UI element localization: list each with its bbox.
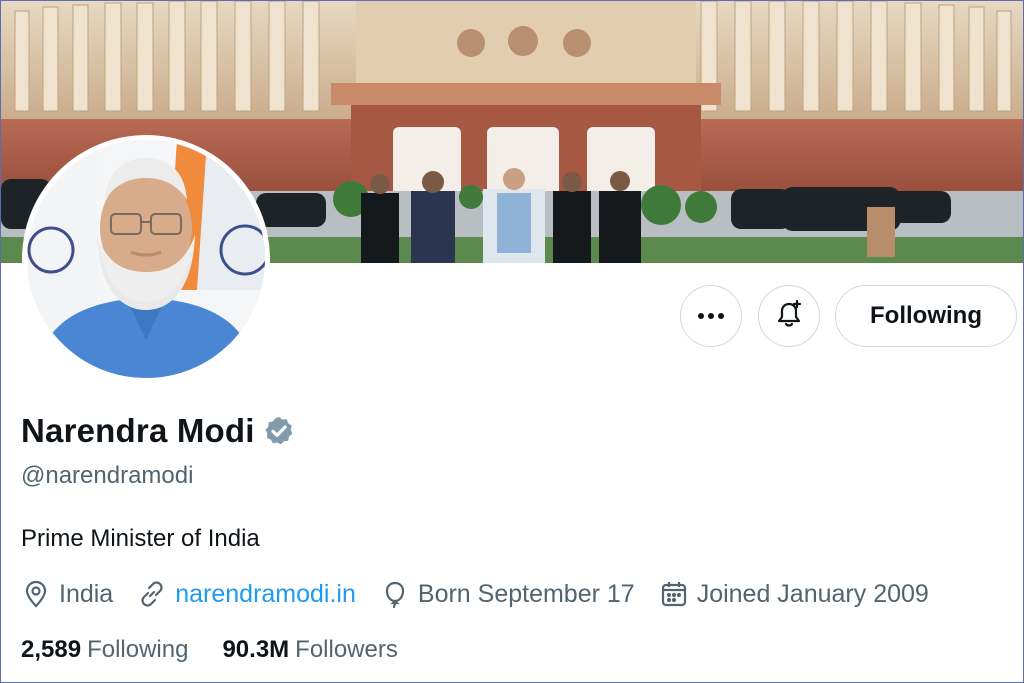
location-pin-icon (21, 579, 51, 609)
avatar-image (27, 140, 265, 378)
followers-label: Followers (295, 636, 398, 663)
profile-page: Following Narendra Modi @narendramodi Pr… (0, 0, 1024, 683)
following-button[interactable]: Following (835, 285, 1017, 347)
more-button[interactable] (680, 285, 742, 347)
profile-bio: Prime Minister of India (21, 525, 260, 552)
website-item[interactable]: narendramodi.in (137, 579, 356, 609)
notifications-button[interactable] (758, 285, 820, 347)
more-icon (697, 307, 725, 325)
link-icon (137, 579, 167, 609)
profile-meta: India narendramodi.in Born September 17 … (21, 579, 953, 609)
joined-item: Joined January 2009 (659, 579, 929, 609)
bell-plus-icon (774, 299, 804, 334)
birthday-item: Born September 17 (380, 579, 635, 609)
profile-avatar[interactable] (22, 135, 270, 383)
calendar-icon (659, 579, 689, 609)
website-link[interactable]: narendramodi.in (175, 580, 356, 609)
birthday-text: Born September 17 (417, 579, 635, 608)
location-text: India (59, 579, 114, 608)
balloon-icon (380, 579, 410, 609)
profile-name: Narendra Modi (21, 412, 255, 449)
following-count: 2,589 (21, 636, 82, 663)
following-stat[interactable]: 2,589 Following (21, 636, 188, 664)
followers-stat[interactable]: 90.3M Followers (222, 636, 397, 664)
profile-handle: @narendramodi (21, 462, 194, 489)
following-label: Following (87, 636, 189, 663)
profile-stats: 2,589 Following 90.3M Followers (21, 636, 432, 664)
location-item: India (21, 579, 113, 609)
profile-name-row: Narendra Modi (21, 412, 295, 450)
verified-badge-icon[interactable] (263, 415, 295, 447)
joined-text: Joined January 2009 (696, 579, 929, 608)
followers-count: 90.3M (222, 636, 290, 663)
